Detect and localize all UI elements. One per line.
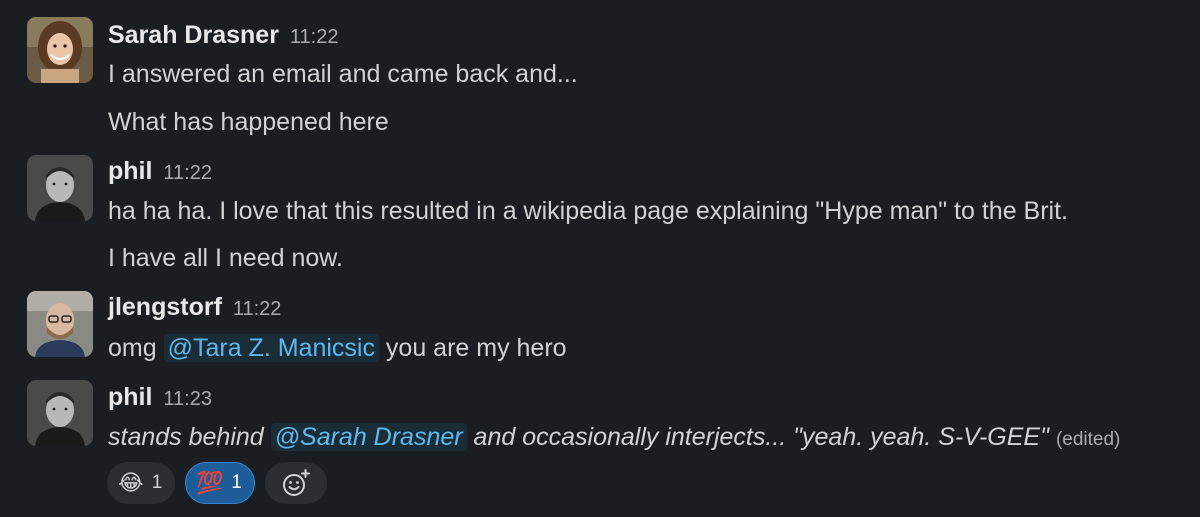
- reaction-hundred-points[interactable]: 💯 1: [185, 462, 255, 504]
- edited-label: (edited): [1055, 429, 1121, 450]
- text-pre: stands behind: [108, 423, 264, 451]
- message-text: I have all I need now.: [108, 244, 343, 272]
- user-mention[interactable]: @Tara Z. Manicsic: [163, 334, 379, 362]
- timestamp[interactable]: 11:23: [163, 388, 212, 410]
- message-header: jlengstorf 11:22: [108, 291, 281, 325]
- phil-avatar-icon: [27, 380, 93, 446]
- message-text: ha ha ha. I love that this resulted in a…: [108, 197, 1068, 225]
- avatar[interactable]: [27, 291, 93, 357]
- text-post: and occasionally interjects... "yeah. ye…: [473, 423, 1049, 451]
- message-text: omg @Tara Z. Manicsic you are my hero: [108, 332, 567, 364]
- message-text: stands behind @Sarah Drasner and occasio…: [108, 421, 1120, 456]
- author-name[interactable]: jlengstorf: [108, 293, 222, 321]
- avatar[interactable]: [27, 380, 93, 446]
- message-header: phil 11:23: [108, 381, 212, 415]
- timestamp[interactable]: 11:22: [233, 298, 282, 320]
- author-name[interactable]: phil: [108, 383, 152, 411]
- sarah-avatar-icon: [27, 17, 93, 83]
- add-reaction-button[interactable]: [265, 462, 327, 504]
- author-name[interactable]: Sarah Drasner: [108, 21, 279, 49]
- message-header: Sarah Drasner 11:22: [108, 19, 338, 53]
- message-text: What has happened here: [108, 108, 389, 136]
- text-post: you are my hero: [385, 334, 567, 362]
- reaction-count: 1: [231, 472, 242, 493]
- jlengstorf-avatar-icon: [27, 291, 93, 357]
- avatar[interactable]: [27, 155, 93, 221]
- add-reaction-icon: [283, 469, 310, 496]
- author-name[interactable]: phil: [108, 157, 152, 185]
- text-pre: omg: [108, 334, 157, 362]
- timestamp[interactable]: 11:22: [163, 162, 212, 184]
- reaction-count: 1: [151, 472, 163, 493]
- message-header: phil 11:22: [108, 155, 212, 189]
- user-mention[interactable]: @Sarah Drasner: [270, 423, 467, 451]
- timestamp[interactable]: 11:22: [290, 26, 339, 48]
- reaction-joy[interactable]: 😂 1: [107, 462, 175, 504]
- message-text: I answered an email and came back and...: [108, 60, 578, 88]
- phil-avatar-icon: [27, 155, 93, 221]
- avatar[interactable]: [27, 17, 93, 83]
- hundred-points-emoji-icon: 💯: [196, 470, 224, 495]
- joy-emoji-icon: 😂: [118, 470, 144, 495]
